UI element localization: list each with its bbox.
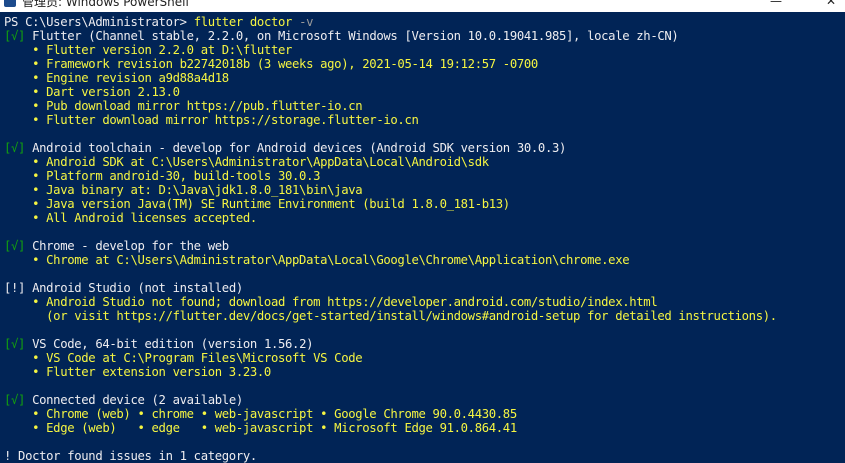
section-heading: [√] Connected device (2 available) bbox=[4, 393, 845, 407]
terminal-output[interactable]: PS C:\Users\Administrator> flutter docto… bbox=[4, 15, 845, 463]
section-title: Connected device (2 available) bbox=[32, 393, 243, 407]
doctor-summary: ! Doctor found issues in 1 category. bbox=[4, 449, 257, 463]
powershell-app-icon bbox=[4, 0, 16, 7]
detail-line: • Pub download mirror https://pub.flutte… bbox=[4, 99, 845, 113]
status-ok-icon: [√] bbox=[4, 393, 26, 407]
title-bar[interactable]: 管理员: Windows PowerShell — ✕ bbox=[0, 0, 845, 12]
section-heading: [√] VS Code, 64-bit edition (version 1.5… bbox=[4, 337, 845, 351]
bullet-icon: • bbox=[4, 99, 47, 113]
detail-line: • Engine revision a9d88a4d18 bbox=[4, 71, 845, 85]
section-title: VS Code, 64-bit edition (version 1.56.2) bbox=[32, 337, 314, 351]
detail-line: • Android SDK at C:\Users\Administrator\… bbox=[4, 155, 845, 169]
status-ok-icon: [√] bbox=[4, 337, 26, 351]
detail-text: (or visit https://flutter.dev/docs/get-s… bbox=[46, 309, 777, 323]
detail-text: Edge (web) • edge • web-javascript • Mic… bbox=[46, 421, 517, 435]
detail-line: • Platform android-30, build-tools 30.0.… bbox=[4, 169, 845, 183]
command-line: PS C:\Users\Administrator> flutter docto… bbox=[4, 15, 845, 29]
bullet-icon: • bbox=[4, 71, 47, 85]
command: flutter doctor bbox=[193, 15, 293, 29]
bullet-icon: • bbox=[4, 365, 47, 379]
detail-text: Dart version 2.13.0 bbox=[46, 85, 180, 99]
detail-text: Android SDK at C:\Users\Administrator\Ap… bbox=[46, 155, 489, 169]
detail-line: • VS Code at C:\Program Files\Microsoft … bbox=[4, 351, 845, 365]
status-ok-icon: [√] bbox=[4, 29, 26, 43]
bullet-icon: • bbox=[4, 57, 47, 71]
detail-text: Pub download mirror https://pub.flutter-… bbox=[46, 99, 363, 113]
window-title: 管理员: Windows PowerShell bbox=[22, 0, 189, 9]
bullet-icon: • bbox=[4, 295, 47, 309]
detail-text: Java version Java(TM) SE Runtime Environ… bbox=[46, 197, 510, 211]
section-heading: [!] Android Studio (not installed) bbox=[4, 281, 845, 295]
detail-line: • Flutter download mirror https://storag… bbox=[4, 113, 845, 127]
bullet-icon: • bbox=[4, 351, 47, 365]
section-title: Flutter (Channel stable, 2.2.0, on Micro… bbox=[32, 29, 679, 43]
detail-text: Framework revision b22742018b (3 weeks a… bbox=[46, 57, 538, 71]
detail-text: VS Code at C:\Program Files\Microsoft VS… bbox=[46, 351, 363, 365]
detail-text: All Android licenses accepted. bbox=[46, 211, 257, 225]
detail-line: • Flutter extension version 3.23.0 bbox=[4, 365, 845, 379]
close-button[interactable]: ✕ bbox=[826, 0, 836, 8]
detail-line: • All Android licenses accepted. bbox=[4, 211, 845, 225]
bullet-icon: • bbox=[4, 85, 47, 99]
detail-line: • Android Studio not found; download fro… bbox=[4, 295, 845, 309]
section-title: Android toolchain - develop for Android … bbox=[32, 141, 567, 155]
status-ok-icon: [√] bbox=[4, 239, 26, 253]
detail-text: Flutter version 2.2.0 at D:\flutter bbox=[46, 43, 293, 57]
section-title: Chrome - develop for the web bbox=[32, 239, 229, 253]
command-flag: -v bbox=[299, 15, 314, 29]
detail-text: Chrome (web) • chrome • web-javascript •… bbox=[46, 407, 517, 421]
detail-text: Engine revision a9d88a4d18 bbox=[46, 71, 229, 85]
bullet-icon: • bbox=[4, 197, 47, 211]
detail-line: • Chrome (web) • chrome • web-javascript… bbox=[4, 407, 845, 421]
detail-text: Chrome at C:\Users\Administrator\AppData… bbox=[46, 253, 630, 267]
detail-line: • Java binary at: D:\Java\jdk1.8.0_181\b… bbox=[4, 183, 845, 197]
bullet-icon: • bbox=[4, 253, 47, 267]
bullet-icon: • bbox=[4, 407, 47, 421]
powershell-window: 管理员: Windows PowerShell — ✕ PS C:\Users\… bbox=[0, 0, 845, 463]
section-heading: [√] Android toolchain - develop for Andr… bbox=[4, 141, 845, 155]
status-warning-icon: [!] bbox=[4, 281, 26, 295]
detail-text: Flutter extension version 3.23.0 bbox=[46, 365, 271, 379]
detail-line: • Flutter version 2.2.0 at D:\flutter bbox=[4, 43, 845, 57]
detail-continuation: (or visit https://flutter.dev/docs/get-s… bbox=[4, 309, 845, 323]
bullet-icon: • bbox=[4, 113, 47, 127]
minimize-button[interactable]: — bbox=[770, 0, 782, 8]
detail-text: Java binary at: D:\Java\jdk1.8.0_181\bin… bbox=[46, 183, 363, 197]
section-title: Android Studio (not installed) bbox=[32, 281, 243, 295]
detail-text: Android Studio not found; download from … bbox=[46, 295, 658, 309]
bullet-icon: • bbox=[4, 183, 47, 197]
detail-text: Flutter download mirror https://storage.… bbox=[46, 113, 419, 127]
section-heading: [√] Chrome - develop for the web bbox=[4, 239, 845, 253]
detail-text: Platform android-30, build-tools 30.0.3 bbox=[46, 169, 321, 183]
bullet-icon: • bbox=[4, 43, 47, 57]
status-ok-icon: [√] bbox=[4, 141, 26, 155]
bullet-icon: • bbox=[4, 155, 47, 169]
detail-line: • Chrome at C:\Users\Administrator\AppDa… bbox=[4, 253, 845, 267]
doctor-sections: [√] Flutter (Channel stable, 2.2.0, on M… bbox=[4, 29, 845, 449]
bullet-icon: • bbox=[4, 211, 47, 225]
detail-line: • Java version Java(TM) SE Runtime Envir… bbox=[4, 197, 845, 211]
section-heading: [√] Flutter (Channel stable, 2.2.0, on M… bbox=[4, 29, 845, 43]
bullet-icon: • bbox=[4, 169, 47, 183]
bullet-icon: • bbox=[4, 421, 47, 435]
detail-line: • Framework revision b22742018b (3 weeks… bbox=[4, 57, 845, 71]
prompt: PS C:\Users\Administrator> bbox=[4, 15, 187, 29]
detail-line: • Dart version 2.13.0 bbox=[4, 85, 845, 99]
detail-line: • Edge (web) • edge • web-javascript • M… bbox=[4, 421, 845, 435]
